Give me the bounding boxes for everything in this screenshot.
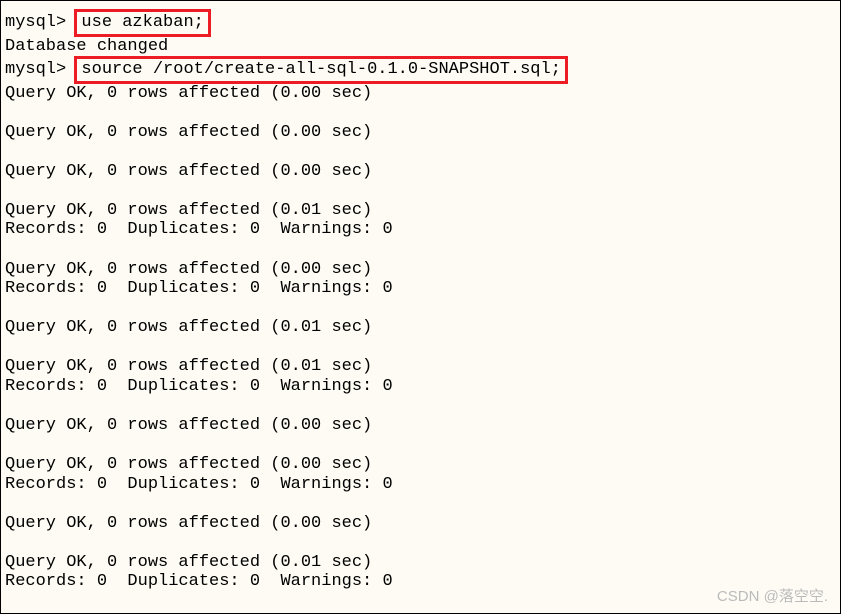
response-records: Records: 0 Duplicates: 0 Warnings: 0: [5, 475, 836, 495]
response-query-ok: Query OK, 0 rows affected (0.01 sec): [5, 553, 836, 573]
command-line-use: mysql> use azkaban;: [5, 9, 836, 37]
response-query-ok: Query OK, 0 rows affected (0.00 sec): [5, 162, 836, 182]
blank-line: [5, 338, 836, 358]
mysql-prompt: mysql>: [5, 60, 66, 79]
blank-line: [5, 533, 836, 553]
command-line-source: mysql> source /root/create-all-sql-0.1.0…: [5, 56, 836, 84]
response-query-ok: Query OK, 0 rows affected (0.00 sec): [5, 84, 836, 104]
response-records: Records: 0 Duplicates: 0 Warnings: 0: [5, 377, 836, 397]
response-records: Records: 0 Duplicates: 0 Warnings: 0: [5, 572, 836, 592]
highlight-use-command: use azkaban;: [74, 9, 210, 37]
highlight-source-command: source /root/create-all-sql-0.1.0-SNAPSH…: [74, 56, 567, 84]
blank-line: [5, 435, 836, 455]
blank-line: [5, 240, 836, 260]
response-records: Records: 0 Duplicates: 0 Warnings: 0: [5, 279, 836, 299]
response-query-ok: Query OK, 0 rows affected (0.01 sec): [5, 318, 836, 338]
mysql-prompt: mysql>: [5, 13, 66, 32]
blank-line: [5, 396, 836, 416]
response-query-ok: Query OK, 0 rows affected (0.00 sec): [5, 455, 836, 475]
response-query-ok: Query OK, 0 rows affected (0.00 sec): [5, 416, 836, 436]
blank-line: [5, 103, 836, 123]
response-db-changed: Database changed: [5, 37, 836, 57]
blank-line: [5, 494, 836, 514]
response-records: Records: 0 Duplicates: 0 Warnings: 0: [5, 220, 836, 240]
response-query-ok: Query OK, 0 rows affected (0.01 sec): [5, 201, 836, 221]
response-query-ok: Query OK, 0 rows affected (0.00 sec): [5, 123, 836, 143]
blank-line: [5, 142, 836, 162]
watermark-text: CSDN @落空空.: [717, 588, 828, 605]
blank-line: [5, 181, 836, 201]
blank-line: [5, 299, 836, 319]
response-query-ok: Query OK, 0 rows affected (0.00 sec): [5, 514, 836, 534]
response-query-ok: Query OK, 0 rows affected (0.01 sec): [5, 357, 836, 377]
response-query-ok: Query OK, 0 rows affected (0.00 sec): [5, 260, 836, 280]
